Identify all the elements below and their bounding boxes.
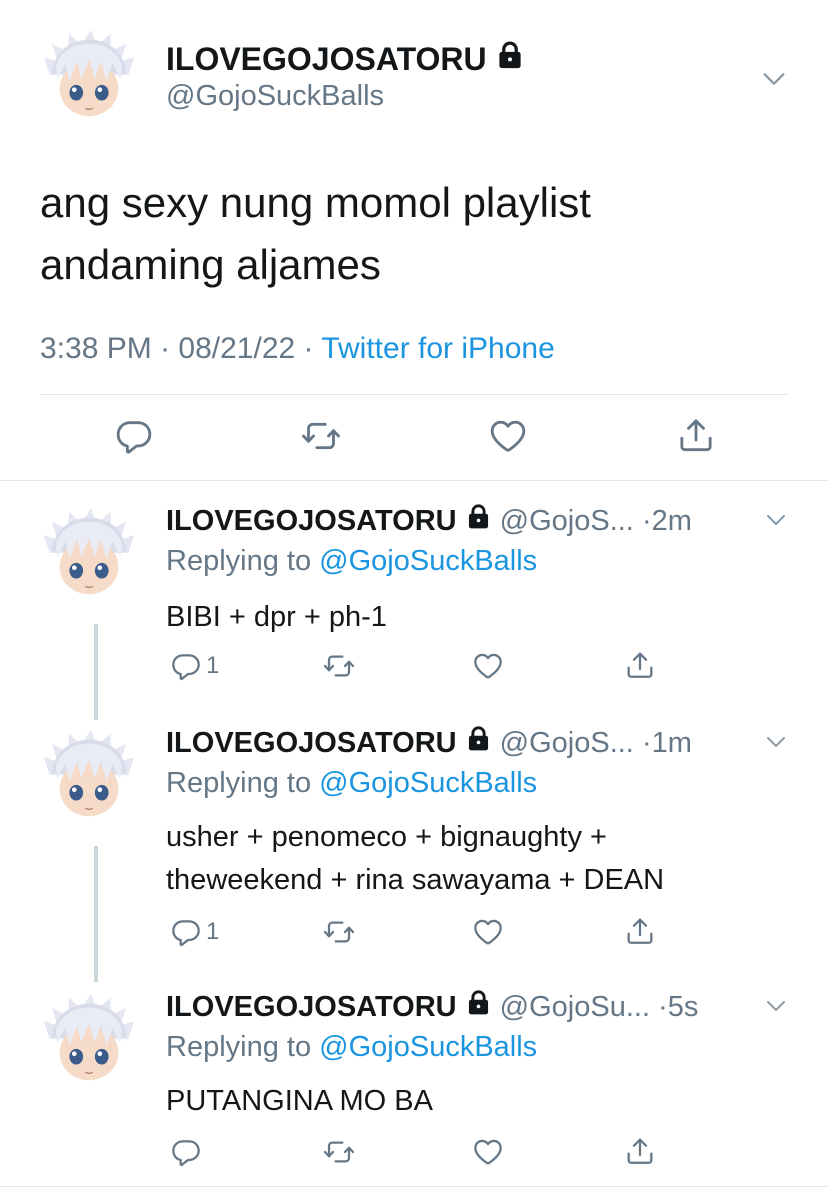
share-icon: [624, 1134, 656, 1168]
tweet-text-line: andaming aljames: [40, 241, 381, 288]
tweet-text-line: ang sexy nung momol playlist: [40, 179, 591, 226]
replying-to-label: Replying to: [166, 545, 312, 577]
section-divider: [0, 480, 828, 481]
reply-header: ILOVEGOJOSATORU @GojoS... ·1m: [166, 725, 692, 760]
heart-icon: [472, 1136, 504, 1168]
author-handle[interactable]: @GojoSu...: [500, 991, 650, 1023]
reply-header: ILOVEGOJOSATORU @GojoSu... ·5s: [166, 989, 698, 1024]
replying-to: Replying to @GojoSuckBalls: [166, 545, 537, 578]
lock-icon: [465, 725, 492, 752]
retweet-icon: [322, 650, 356, 682]
tweet-meta: 3:38 PM · 08/21/22 · Twitter for iPhone: [40, 332, 555, 366]
share-icon: [676, 414, 716, 456]
avatar-image: [40, 506, 138, 604]
reply-icon: [114, 416, 154, 456]
share-icon: [624, 648, 656, 682]
share-button[interactable]: [676, 414, 716, 456]
reply-text-line: PUTANGINA MO BA: [166, 1085, 433, 1117]
avatar-image: [40, 28, 138, 126]
heart-icon: [472, 916, 504, 948]
meta-separator: ·: [160, 332, 171, 365]
reply-text-line: usher + penomeco + bignaughty +: [166, 821, 607, 853]
author-handle[interactable]: @GojoS...: [500, 727, 634, 759]
reply-count: 1: [206, 652, 220, 679]
author-handle[interactable]: @GojoSuckBalls: [166, 80, 384, 113]
lock-icon: [465, 503, 492, 530]
retweet-icon: [322, 916, 356, 948]
reply-header: ILOVEGOJOSATORU @GojoS... ·2m: [166, 503, 692, 538]
like-button[interactable]: [472, 650, 504, 682]
reply-button[interactable]: [114, 416, 154, 456]
replying-to-handle[interactable]: @GojoSuckBalls: [319, 767, 537, 799]
chevron-down-icon[interactable]: [764, 730, 788, 754]
replying-to-handle[interactable]: @GojoSuckBalls: [319, 545, 537, 577]
display-name[interactable]: ILOVEGOJOSATORU: [166, 505, 457, 537]
reply-icon: [170, 1136, 202, 1168]
retweet-button[interactable]: [322, 916, 356, 948]
avatar[interactable]: [40, 28, 138, 126]
reply-text: BIBI + dpr + ph-1: [166, 596, 387, 638]
replying-to: Replying to @GojoSuckBalls: [166, 767, 537, 800]
retweet-icon: [322, 1136, 356, 1168]
divider: [40, 394, 788, 395]
tweet-time[interactable]: 3:38 PM: [40, 332, 152, 365]
reply-time[interactable]: ·2m: [642, 505, 692, 537]
display-name[interactable]: ILOVEGOJOSATORU: [166, 727, 457, 759]
lock-icon: [465, 989, 492, 1016]
reply-button[interactable]: 1: [170, 650, 219, 682]
retweet-icon: [300, 416, 342, 456]
heart-icon: [472, 650, 504, 682]
retweet-button[interactable]: [300, 416, 342, 456]
thread-line: [94, 624, 98, 720]
reply-text-line: BIBI + dpr + ph-1: [166, 601, 387, 633]
chevron-down-icon[interactable]: [760, 64, 790, 94]
share-button[interactable]: [624, 914, 656, 948]
replying-to-label: Replying to: [166, 767, 312, 799]
replying-to-handle[interactable]: @GojoSuckBalls: [319, 1031, 537, 1063]
like-button[interactable]: [472, 1136, 504, 1168]
avatar[interactable]: [40, 728, 138, 826]
chevron-down-icon[interactable]: [764, 994, 788, 1018]
heart-icon: [488, 416, 528, 456]
reply-icon: [170, 916, 202, 948]
chevron-down-icon[interactable]: [764, 508, 788, 532]
display-name[interactable]: ILOVEGOJOSATORU: [166, 991, 457, 1023]
reply-text-line: theweekend + rina sawayama + DEAN: [166, 864, 665, 896]
reply-button[interactable]: 1: [170, 916, 219, 948]
share-button[interactable]: [624, 1134, 656, 1168]
reply-time[interactable]: ·5s: [658, 991, 698, 1023]
reply-text: PUTANGINA MO BA: [166, 1080, 433, 1122]
meta-separator: ·: [303, 332, 314, 365]
avatar[interactable]: [40, 992, 138, 1090]
avatar-image: [40, 992, 138, 1090]
reply-icon: [170, 650, 202, 682]
retweet-button[interactable]: [322, 650, 356, 682]
share-button[interactable]: [624, 648, 656, 682]
avatar[interactable]: [40, 506, 138, 604]
display-name[interactable]: ILOVEGOJOSATORU: [166, 41, 487, 77]
reply-count: 1: [206, 918, 220, 945]
author-name-row[interactable]: ILOVEGOJOSATORU: [166, 40, 525, 78]
retweet-button[interactable]: [322, 1136, 356, 1168]
thread-line: [94, 846, 98, 982]
like-button[interactable]: [488, 416, 528, 456]
section-divider: [0, 1186, 828, 1187]
like-button[interactable]: [472, 916, 504, 948]
author-handle[interactable]: @GojoS...: [500, 505, 634, 537]
reply-time[interactable]: ·1m: [642, 727, 692, 759]
replying-to: Replying to @GojoSuckBalls: [166, 1031, 537, 1064]
lock-icon: [495, 40, 525, 70]
reply-button[interactable]: [170, 1136, 202, 1168]
tweet-text: ang sexy nung momol playlist andaming al…: [40, 172, 591, 296]
tweet-source-link[interactable]: Twitter for iPhone: [321, 332, 554, 365]
tweet-date[interactable]: 08/21/22: [178, 332, 295, 365]
reply-text: usher + penomeco + bignaughty + theweeke…: [166, 816, 664, 902]
share-icon: [624, 914, 656, 948]
avatar-image: [40, 728, 138, 826]
replying-to-label: Replying to: [166, 1031, 312, 1063]
